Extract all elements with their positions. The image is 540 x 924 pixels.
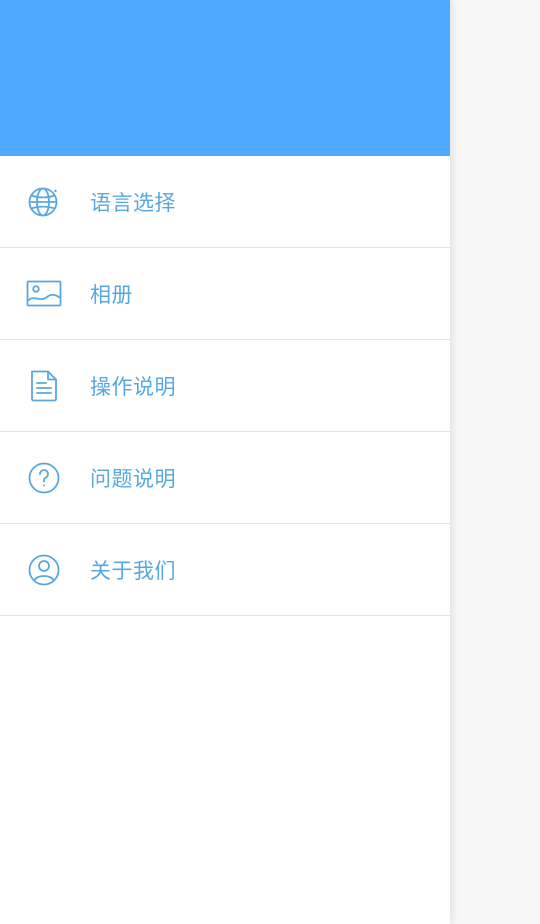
menu-label-instructions: 操作说明 bbox=[90, 374, 176, 399]
menu-item-faq[interactable]: 问题说明 bbox=[0, 432, 450, 524]
page-backdrop[interactable] bbox=[450, 0, 540, 924]
drawer-menu: 语言选择 相册 操作说明 问题说明 关于我们 bbox=[0, 156, 450, 616]
menu-item-about[interactable]: 关于我们 bbox=[0, 524, 450, 616]
menu-item-instructions[interactable]: 操作说明 bbox=[0, 340, 450, 432]
document-icon bbox=[26, 368, 62, 404]
menu-label-language: 语言选择 bbox=[90, 190, 176, 215]
navigation-drawer: 语言选择 相册 操作说明 问题说明 关于我们 bbox=[0, 0, 450, 924]
question-circle-icon bbox=[26, 460, 62, 496]
drawer-header bbox=[0, 0, 450, 156]
menu-item-language[interactable]: 语言选择 bbox=[0, 156, 450, 248]
menu-label-about: 关于我们 bbox=[90, 558, 176, 583]
image-icon bbox=[26, 276, 62, 312]
menu-label-faq: 问题说明 bbox=[90, 466, 176, 491]
globe-icon bbox=[26, 184, 62, 220]
menu-item-album[interactable]: 相册 bbox=[0, 248, 450, 340]
menu-label-album: 相册 bbox=[90, 282, 133, 307]
user-circle-icon bbox=[26, 552, 62, 588]
